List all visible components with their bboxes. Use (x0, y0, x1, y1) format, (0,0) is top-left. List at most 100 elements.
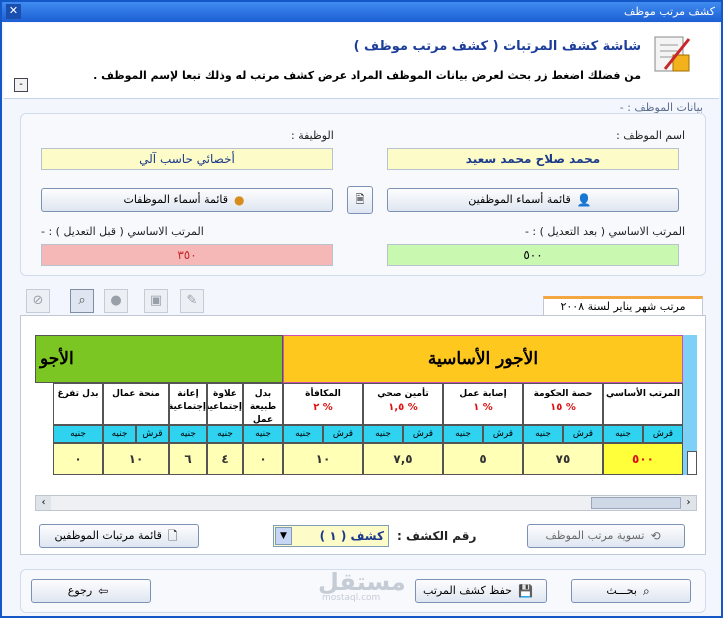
column-title: علاوة إجتماعية (207, 389, 242, 412)
employees-list-button[interactable]: 👤قائمة أسماء الموظفين (387, 188, 679, 212)
window-title: كشف مرتب موظف (624, 5, 715, 18)
document-edit-icon (654, 36, 691, 72)
base-before-label: المرتب الاساسي ( قبل التعديل ) : - (41, 225, 204, 238)
column-header: منحة عمال (103, 383, 169, 425)
group-header-other: الأجو (35, 335, 283, 383)
column-header: تأمين صحي % ١,٥ (363, 383, 443, 425)
column-title: إصابة عمل (459, 389, 507, 399)
base-after-label: المرتب الاساسي ( بعد التعديل ) : - (524, 225, 685, 238)
scroll-right-icon[interactable]: › (681, 496, 696, 510)
report-button[interactable]: 🗎 (347, 186, 373, 214)
subheader-pound: جنيه (363, 425, 403, 443)
subheader-pound: جنيه (53, 425, 103, 443)
subheader-piaster: قرش (563, 425, 603, 443)
screen-title: شاشة كشف المرتبات ( كشف مرتب موظف ) (353, 39, 641, 54)
sheet-number-label: رقم الكشف : (397, 529, 477, 543)
female-user-icon: ● (234, 193, 245, 207)
sheet-number-select[interactable]: كشف ( ١ ) ▼ (273, 525, 389, 547)
settle-salary-button[interactable]: ⟲تسوية مرتب الموظف (527, 524, 685, 548)
subheader-pound: جنيه (443, 425, 483, 443)
value-cell: ٥ (443, 443, 523, 475)
group-header-basic: الأجور الأساسية (283, 335, 683, 383)
job-field[interactable]: أخصائي حاسب آلي (41, 148, 333, 170)
value-cell: ٧,٥ (363, 443, 443, 475)
watermark: مستقل (318, 568, 406, 596)
toolbar-edit-user-icon[interactable]: ✎ (180, 289, 204, 313)
value-cell: ١٠ (103, 443, 169, 475)
subheader-piaster: قرش (136, 425, 169, 443)
subheader-piaster: قرش (643, 425, 683, 443)
save-sheet-button[interactable]: 💾حفظ كشف المرتب (415, 579, 547, 603)
salary-tab-panel: الأجور الأساسية الأجو المرتب الأساسي قرش جني… (20, 315, 706, 555)
user-icon: 👤 (576, 193, 592, 207)
subheader-pound: جنيه (603, 425, 643, 443)
value-cell: ٦ (169, 443, 207, 475)
toolbar-group-icon[interactable]: ▣ (144, 289, 168, 313)
salary-grid: الأجور الأساسية الأجو المرتب الأساسي قرش جني… (35, 335, 697, 493)
tab-month-salary[interactable]: مرتب شهر يناير لسنة ٢٠٠٨ (543, 296, 703, 316)
column-header: المكافأة % ٢ (283, 383, 363, 425)
column-header: علاوة إجتماعية (207, 383, 243, 425)
value-cell: ٠ (53, 443, 103, 475)
back-button[interactable]: ⇦رجوع (31, 579, 151, 603)
app-window: كشف مرتب موظف ✕ شاشة كشف المرتبات ( كشف … (0, 0, 723, 618)
employee-name-field[interactable]: محمد صلاح محمد سعيد (387, 148, 679, 170)
column-percent: % ٢ (313, 402, 333, 413)
column-title: حصة الحكومة (533, 389, 593, 399)
scrollbar-thumb[interactable] (591, 497, 681, 509)
row-marker (687, 451, 697, 475)
subheader-pound: جنيه (169, 425, 207, 443)
document-icon: 🗋 (167, 529, 178, 543)
search-icon: ⌕ (642, 584, 650, 598)
employee-name-label: اسم الموظف : (616, 129, 685, 142)
base-after-field[interactable]: ٥٠٠ (387, 244, 679, 266)
base-before-field[interactable]: ٣٥٠ (41, 244, 333, 266)
save-icon: 💾 (517, 584, 533, 598)
employee-panel: اسم الموظف : محمد صلاح محمد سعيد الوظيفة… (20, 113, 706, 276)
column-title: المرتب الأساسي (605, 389, 681, 399)
search-button[interactable]: ⌕بحـــث (571, 579, 691, 603)
column-header: بدل تفرغ (53, 383, 103, 425)
column-title: منحة عمال (112, 389, 160, 399)
value-cell: ٤ (207, 443, 243, 475)
subheader-pound: جنيه (207, 425, 243, 443)
subheader-piaster: قرش (403, 425, 443, 443)
column-title: تأمين صحي (377, 389, 429, 399)
column-header: المرتب الأساسي (603, 383, 683, 425)
value-cell: ٥٠٠ (603, 443, 683, 475)
back-icon: ⇦ (98, 584, 109, 598)
column-title: إعانة إجتماعية (169, 389, 206, 412)
close-button[interactable]: ✕ (6, 4, 21, 19)
watermark-url: mostaql.com (322, 593, 381, 603)
scroll-left-icon[interactable]: ‹ (36, 496, 51, 510)
column-header: إصابة عمل % ١ (443, 383, 523, 425)
toolbar-search-user-icon[interactable]: ⌕ (70, 289, 94, 313)
report-icon: 🗎 (355, 193, 365, 206)
toolbar-user-icon[interactable]: ● (104, 289, 128, 313)
column-title: بدل طبيعة عمل (249, 389, 277, 425)
column-title: المكافأة (305, 389, 341, 399)
column-percent: % ١٥ (550, 402, 576, 413)
chevron-down-icon[interactable]: ▼ (275, 527, 292, 545)
toolbar-delete-user-icon[interactable]: ⊘ (26, 289, 50, 313)
subheader-pound: جنيه (243, 425, 283, 443)
female-employees-button[interactable]: ●قائمة أسماء الموظفات (41, 188, 333, 212)
column-percent: % ١ (473, 402, 493, 413)
subheader-pound: جنيه (523, 425, 563, 443)
column-header: إعانة إجتماعية (169, 383, 207, 425)
refresh-icon: ⟲ (650, 529, 661, 543)
subheader-piaster: قرش (483, 425, 523, 443)
value-cell: ٠ (243, 443, 283, 475)
horizontal-scrollbar[interactable]: ‹ › (35, 495, 697, 511)
value-cell: ٧٥ (523, 443, 603, 475)
subheader-pound: جنيه (103, 425, 136, 443)
screen-instructions: من فضلك اضغط زر بحث لعرض بيانات الموظف ا… (93, 69, 641, 82)
sheet-number-value: كشف ( ١ ) (319, 529, 384, 543)
collapse-button[interactable]: - (14, 78, 28, 92)
value-cell: ١٠ (283, 443, 363, 475)
salaries-list-button[interactable]: 🗋قائمة مرتبات الموظفين (39, 524, 199, 548)
header-panel: شاشة كشف المرتبات ( كشف مرتب موظف ) من ف… (4, 23, 719, 99)
column-header: حصة الحكومة % ١٥ (523, 383, 603, 425)
column-header: بدل طبيعة عمل (243, 383, 283, 425)
column-percent: % ١,٥ (388, 402, 418, 413)
